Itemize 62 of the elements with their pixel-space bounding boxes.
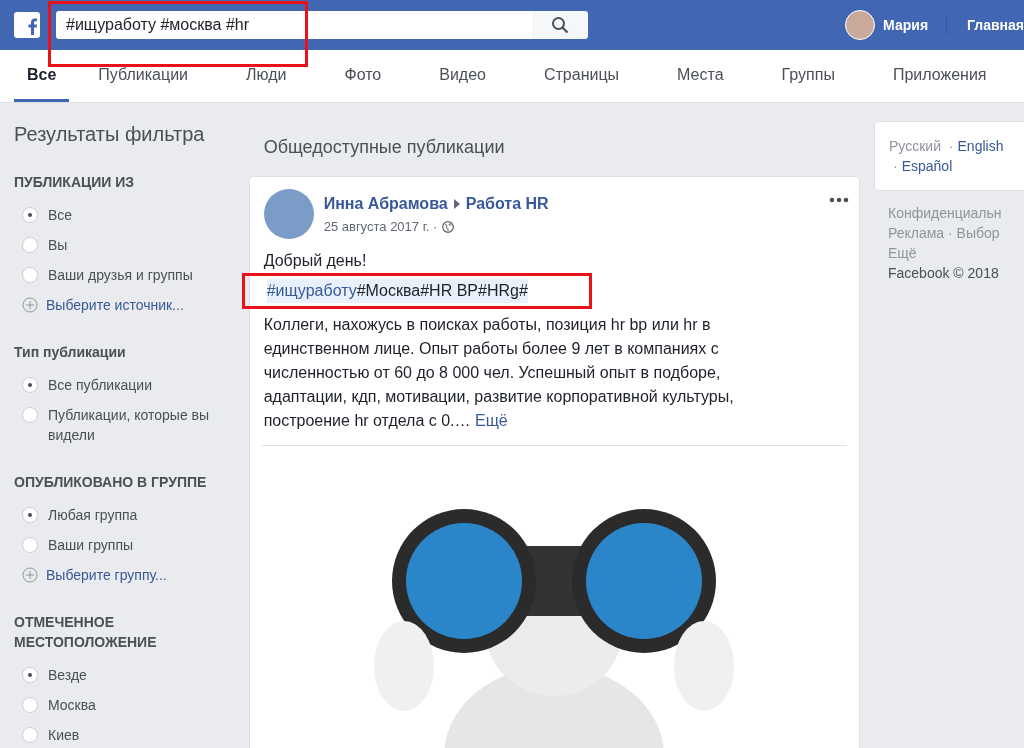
search-tab[interactable]: Страницы	[515, 50, 649, 102]
triangle-icon	[453, 199, 460, 209]
filter-heading: ОТМЕЧЕННОЕ МЕСТОПОЛОЖЕНИЕ	[14, 613, 158, 652]
author-avatar[interactable]	[263, 189, 314, 239]
footer-link[interactable]: Facebook © 2018	[888, 263, 1010, 283]
filter-heading: ПУБЛИКАЦИИ ИЗ	[14, 173, 136, 192]
hashtags-text: #Москва#HR BP#HRg#	[356, 282, 528, 299]
filter-heading: Тип публикации	[14, 343, 127, 362]
filter-option[interactable]: Все публикации	[48, 375, 228, 395]
radio-button[interactable]	[22, 537, 38, 553]
filter-heading: ОПУБЛИКОВАНО В ГРУППЕ	[14, 473, 208, 492]
filter-option[interactable]: Публикации, которые вы видели	[48, 405, 228, 445]
language-link[interactable]: Español	[901, 158, 953, 174]
radio-button[interactable]	[22, 407, 38, 423]
post-greeting: Добрый день!	[263, 251, 368, 271]
results-heading: Общедоступные публикации	[263, 137, 506, 158]
filter-option[interactable]: Все	[48, 205, 228, 225]
radio-button[interactable]	[22, 697, 38, 713]
filter-option[interactable]: Любая группа	[48, 505, 228, 525]
group-link[interactable]: Работа HR	[465, 195, 549, 213]
language-link[interactable]: English	[957, 138, 1004, 154]
radio-button[interactable]	[22, 667, 38, 683]
radio-button[interactable]	[22, 727, 38, 743]
binoculars-drawing[interactable]	[261, 445, 847, 748]
search-tab[interactable]: Публикации	[69, 50, 218, 102]
more-options-icon[interactable]	[829, 197, 849, 203]
separator-dot: ·	[948, 138, 954, 154]
choose-link[interactable]: Выберите группу...	[46, 565, 167, 585]
search-tab[interactable]: Люди	[217, 50, 316, 102]
radio-button[interactable]	[22, 507, 38, 523]
post-date[interactable]: 25 августа 2017 г. ·	[323, 219, 438, 234]
hashtag-link[interactable]: #ищуработу	[266, 282, 357, 299]
globe-icon	[442, 220, 455, 233]
filter-option[interactable]: Ваши друзья и группы	[48, 265, 228, 285]
author-link[interactable]: Инна Абрамова	[323, 195, 448, 213]
search-tab[interactable]: Все	[14, 50, 70, 102]
search-tab[interactable]: Фото	[315, 50, 411, 102]
search-tab[interactable]: Группы	[752, 50, 864, 102]
profile-link[interactable]: Мария	[883, 17, 929, 33]
filter-title: Результаты фильтра	[14, 123, 206, 146]
separator-dot: ·	[893, 158, 898, 174]
search-tab[interactable]: Видео	[410, 50, 515, 102]
radio-button[interactable]	[22, 237, 38, 253]
filter-option[interactable]: Киев	[48, 725, 228, 745]
radio-button[interactable]	[22, 377, 38, 393]
facebook-logo[interactable]	[14, 12, 40, 38]
search-button[interactable]	[532, 11, 588, 39]
post-text: Коллеги, нахожусь в поисках работы, позиция hr bp или hr в единственном лице. Опыт работы более 9 лет в компаниях с численностью от 60 до 8 000 чел. Успешный опыт в подборе, адаптации, кдп, мотивации, развитие корпоративной культуры, построение hr отдела с 0.… Ещё	[263, 315, 735, 431]
search-field[interactable]: #ищуработу #москва #hr	[56, 11, 532, 39]
user-avatar[interactable]	[845, 10, 876, 40]
search-tab[interactable]: Приложения	[863, 50, 1016, 102]
filter-option[interactable]: Москва	[48, 695, 228, 715]
search-icon	[551, 16, 569, 34]
search-tab[interactable]: Места	[648, 50, 753, 102]
filter-option[interactable]: Вы	[48, 235, 228, 255]
radio-button[interactable]	[22, 207, 38, 223]
filter-option[interactable]: Везде	[48, 665, 228, 685]
radio-button[interactable]	[22, 267, 38, 283]
home-link[interactable]: Главная	[967, 17, 1024, 33]
filter-option[interactable]: Ваши группы	[48, 535, 228, 555]
see-more-link[interactable]: Ещё	[475, 412, 508, 429]
choose-link[interactable]: Выберите источник...	[46, 295, 184, 315]
